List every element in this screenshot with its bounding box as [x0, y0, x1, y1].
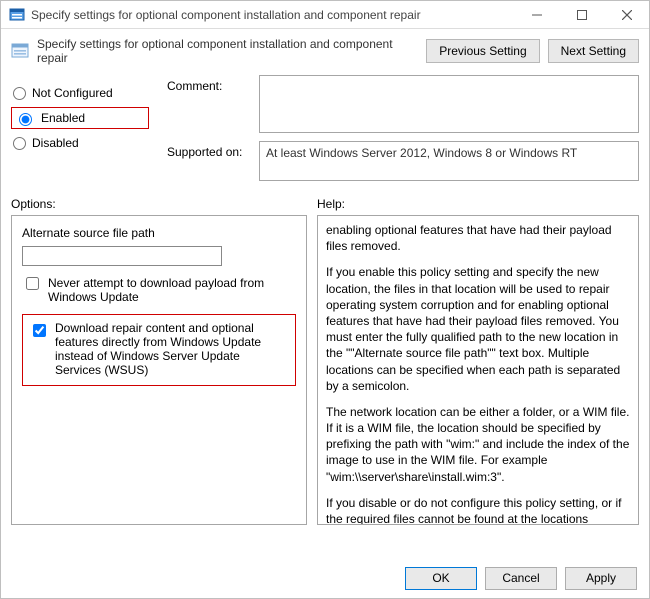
page-title: Specify settings for optional component … [37, 37, 418, 65]
options-section-label: Options: [11, 197, 317, 211]
help-paragraph: The network location can be either a fol… [326, 404, 630, 485]
close-button[interactable] [604, 1, 649, 29]
titlebar: Specify settings for optional component … [1, 1, 649, 29]
supported-on-label: Supported on: [167, 141, 249, 159]
radio-disabled-label: Disabled [32, 136, 79, 150]
supported-on-text: At least Windows Server 2012, Windows 8 … [259, 141, 639, 181]
radio-enabled-label: Enabled [41, 111, 85, 125]
help-section-label: Help: [317, 197, 639, 211]
help-paragraph: enabling optional features that have had… [326, 222, 630, 254]
options-panel: Alternate source file path Never attempt… [11, 215, 307, 525]
state-radio-group: Not Configured Enabled Disabled [11, 75, 149, 189]
help-paragraph: If you disable or do not configure this … [326, 495, 630, 525]
next-setting-button[interactable]: Next Setting [548, 39, 639, 63]
alt-source-path-label: Alternate source file path [22, 226, 296, 240]
window-title: Specify settings for optional component … [31, 8, 514, 22]
radio-not-configured-input[interactable] [13, 87, 26, 100]
policy-icon [11, 42, 29, 60]
never-download-checkbox-row[interactable]: Never attempt to download payload from W… [22, 276, 296, 304]
ok-button[interactable]: OK [405, 567, 477, 590]
radio-disabled-input[interactable] [13, 137, 26, 150]
never-download-checkbox[interactable] [26, 277, 39, 290]
radio-not-configured[interactable]: Not Configured [11, 81, 149, 105]
radio-not-configured-label: Not Configured [32, 86, 113, 100]
direct-wu-label: Download repair content and optional fea… [55, 321, 287, 377]
cancel-button[interactable]: Cancel [485, 567, 557, 590]
direct-wu-checkbox-row[interactable]: Download repair content and optional fea… [22, 314, 296, 386]
alt-source-path-input[interactable] [22, 246, 222, 266]
dialog-footer: OK Cancel Apply [1, 558, 649, 598]
maximize-button[interactable] [559, 1, 604, 29]
minimize-button[interactable] [514, 1, 559, 29]
radio-disabled[interactable]: Disabled [11, 131, 149, 155]
header-row: Specify settings for optional component … [1, 29, 649, 75]
apply-button[interactable]: Apply [565, 567, 637, 590]
direct-wu-checkbox[interactable] [33, 324, 46, 337]
comment-label: Comment: [167, 75, 249, 93]
help-paragraph: If you enable this policy setting and sp… [326, 264, 630, 394]
app-icon [9, 7, 25, 23]
comment-textarea[interactable] [259, 75, 639, 133]
never-download-label: Never attempt to download payload from W… [48, 276, 296, 304]
radio-enabled[interactable]: Enabled [11, 107, 149, 129]
help-panel[interactable]: enabling optional features that have had… [317, 215, 639, 525]
radio-enabled-input[interactable] [19, 113, 32, 126]
previous-setting-button[interactable]: Previous Setting [426, 39, 539, 63]
